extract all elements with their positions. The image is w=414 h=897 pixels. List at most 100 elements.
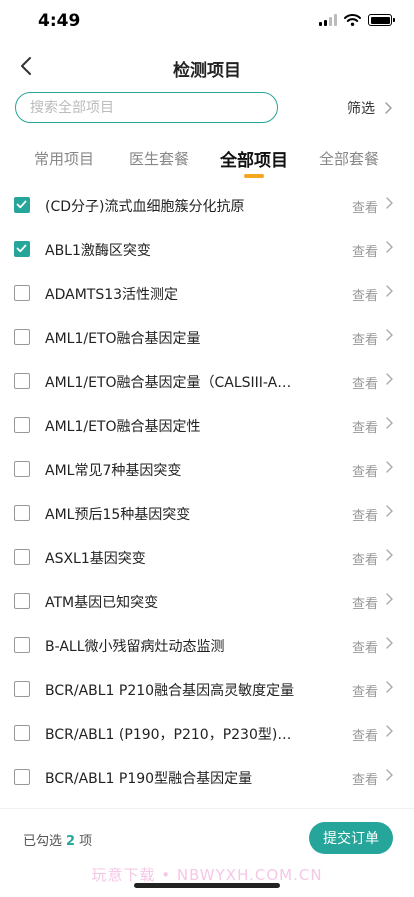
list-item[interactable]: AML1/ETO融合基因定性 查看: [0, 403, 414, 447]
status-icons: [319, 14, 395, 26]
active-tab-indicator: [244, 174, 264, 178]
list-item[interactable]: AML常见7种基因突变 查看: [0, 447, 414, 491]
chevron-right-icon: [386, 285, 393, 297]
nav-bar: 检测项目: [0, 44, 414, 88]
category-tabs: 常用项目 医生套餐 全部项目 全部套餐: [0, 140, 414, 184]
selected-prefix: 已勾选: [23, 834, 63, 849]
chevron-right-icon: [386, 549, 393, 561]
list-item[interactable]: AML1/ETO融合基因定量（CALSIII-AM... 查看: [0, 359, 414, 403]
filter-button[interactable]: 筛选: [347, 98, 392, 118]
search-input[interactable]: [15, 92, 278, 123]
item-name: AML1/ETO融合基因定量（CALSIII-AM...: [45, 375, 300, 391]
bottom-bar: 已勾选 2 项 提交订单 玩意下载 • NBWYXH.COM.CN: [0, 808, 414, 897]
item-name: BCR/ABL1 (P190，P210，P230型)融...: [45, 727, 300, 743]
chevron-right-icon: [386, 197, 393, 209]
item-checkbox[interactable]: [14, 417, 30, 433]
signal-icon: [319, 14, 337, 26]
list-item[interactable]: AML预后15种基因突变 查看: [0, 491, 414, 535]
chevron-right-icon: [386, 329, 393, 341]
list-item[interactable]: BCR/ABL1 (P190，P210，P230型)融... 查看: [0, 711, 414, 755]
view-link[interactable]: 查看: [352, 241, 378, 260]
list-item[interactable]: AML1/ETO融合基因定量 查看: [0, 315, 414, 359]
watermark: 玩意下载 • NBWYXH.COM.CN: [91, 866, 323, 884]
view-link[interactable]: 查看: [352, 197, 378, 216]
item-name: ADAMTS13活性测定: [45, 287, 179, 303]
chevron-right-icon: [386, 373, 393, 385]
item-name: B-ALL微小残留病灶动态监测: [45, 639, 225, 655]
battery-icon: [368, 14, 395, 26]
list-item[interactable]: ASXL1基因突变 查看: [0, 535, 414, 579]
view-link[interactable]: 查看: [352, 417, 378, 436]
item-name: AML1/ETO融合基因定量: [45, 331, 201, 347]
item-checkbox[interactable]: [14, 725, 30, 741]
view-link[interactable]: 查看: [352, 637, 378, 656]
check-icon: [16, 244, 27, 253]
list-item[interactable]: ATM基因已知突变 查看: [0, 579, 414, 623]
item-checkbox[interactable]: [14, 285, 30, 301]
chevron-right-icon: [386, 769, 393, 781]
chevron-right-icon: [386, 241, 393, 253]
view-link[interactable]: 查看: [352, 505, 378, 524]
chevron-right-icon: [386, 461, 393, 473]
item-name: BCR/ABL1 P210融合基因高灵敏度定量: [45, 683, 295, 699]
view-link[interactable]: 查看: [352, 285, 378, 304]
chevron-right-icon: [386, 637, 393, 649]
item-checkbox[interactable]: [14, 549, 30, 565]
chevron-right-icon: [386, 505, 393, 517]
page-title: 检测项目: [173, 61, 241, 81]
list-item[interactable]: ADAMTS13活性测定 查看: [0, 271, 414, 315]
item-checkbox[interactable]: [14, 505, 30, 521]
item-name: AML1/ETO融合基因定性: [45, 419, 201, 435]
item-name: AML常见7种基因突变: [45, 463, 182, 479]
home-indicator: [134, 883, 280, 888]
chevron-right-icon: [385, 102, 392, 114]
chevron-right-icon: [386, 725, 393, 737]
selected-summary: 已勾选 2 项: [23, 830, 92, 849]
item-name: ATM基因已知突变: [45, 595, 159, 611]
list-item[interactable]: BCR/ABL1 P210融合基因高灵敏度定量 查看: [0, 667, 414, 711]
item-list: (CD分子)流式血细胞簇分化抗原 查看 ABL1激酶区突变 查看 ADAMTS13活性测…: [0, 183, 414, 799]
item-checkbox[interactable]: [14, 593, 30, 609]
status-bar: 4:49: [0, 0, 414, 44]
tab-common-items[interactable]: 常用项目: [34, 148, 94, 169]
item-checkbox[interactable]: [14, 329, 30, 345]
view-link[interactable]: 查看: [352, 769, 378, 788]
item-name: ABL1激酶区突变: [45, 243, 151, 259]
item-name: BCR/ABL1 P190型融合基因定量: [45, 771, 253, 787]
tab-doctor-packages[interactable]: 医生套餐: [129, 148, 189, 169]
chevron-right-icon: [386, 417, 393, 429]
view-link[interactable]: 查看: [352, 593, 378, 612]
view-link[interactable]: 查看: [352, 461, 378, 480]
view-link[interactable]: 查看: [352, 725, 378, 744]
tab-all-items[interactable]: 全部项目: [220, 146, 288, 171]
item-checkbox[interactable]: [14, 197, 30, 213]
list-item[interactable]: BCR/ABL1 P190型融合基因定量 查看: [0, 755, 414, 799]
status-time: 4:49: [38, 11, 81, 31]
item-name: AML预后15种基因突变: [45, 507, 191, 523]
list-item[interactable]: B-ALL微小残留病灶动态监测 查看: [0, 623, 414, 667]
view-link[interactable]: 查看: [352, 681, 378, 700]
chevron-right-icon: [386, 681, 393, 693]
view-link[interactable]: 查看: [352, 329, 378, 348]
selected-suffix: 项: [79, 834, 93, 849]
check-icon: [16, 200, 27, 209]
item-name: ASXL1基因突变: [45, 551, 146, 567]
item-name: (CD分子)流式血细胞簇分化抗原: [45, 199, 245, 215]
wifi-icon: [344, 14, 361, 26]
list-item[interactable]: ABL1激酶区突变 查看: [0, 227, 414, 271]
list-item[interactable]: (CD分子)流式血细胞簇分化抗原 查看: [0, 183, 414, 227]
view-link[interactable]: 查看: [352, 373, 378, 392]
item-checkbox[interactable]: [14, 681, 30, 697]
filter-label: 筛选: [347, 101, 375, 117]
chevron-right-icon: [386, 593, 393, 605]
item-checkbox[interactable]: [14, 373, 30, 389]
selected-count: 2: [66, 834, 76, 849]
submit-order-button[interactable]: 提交订单: [309, 822, 393, 854]
item-checkbox[interactable]: [14, 637, 30, 653]
tab-all-packages[interactable]: 全部套餐: [319, 148, 379, 169]
item-checkbox[interactable]: [14, 769, 30, 785]
search-row: 筛选: [0, 88, 414, 140]
item-checkbox[interactable]: [14, 241, 30, 257]
item-checkbox[interactable]: [14, 461, 30, 477]
view-link[interactable]: 查看: [352, 549, 378, 568]
